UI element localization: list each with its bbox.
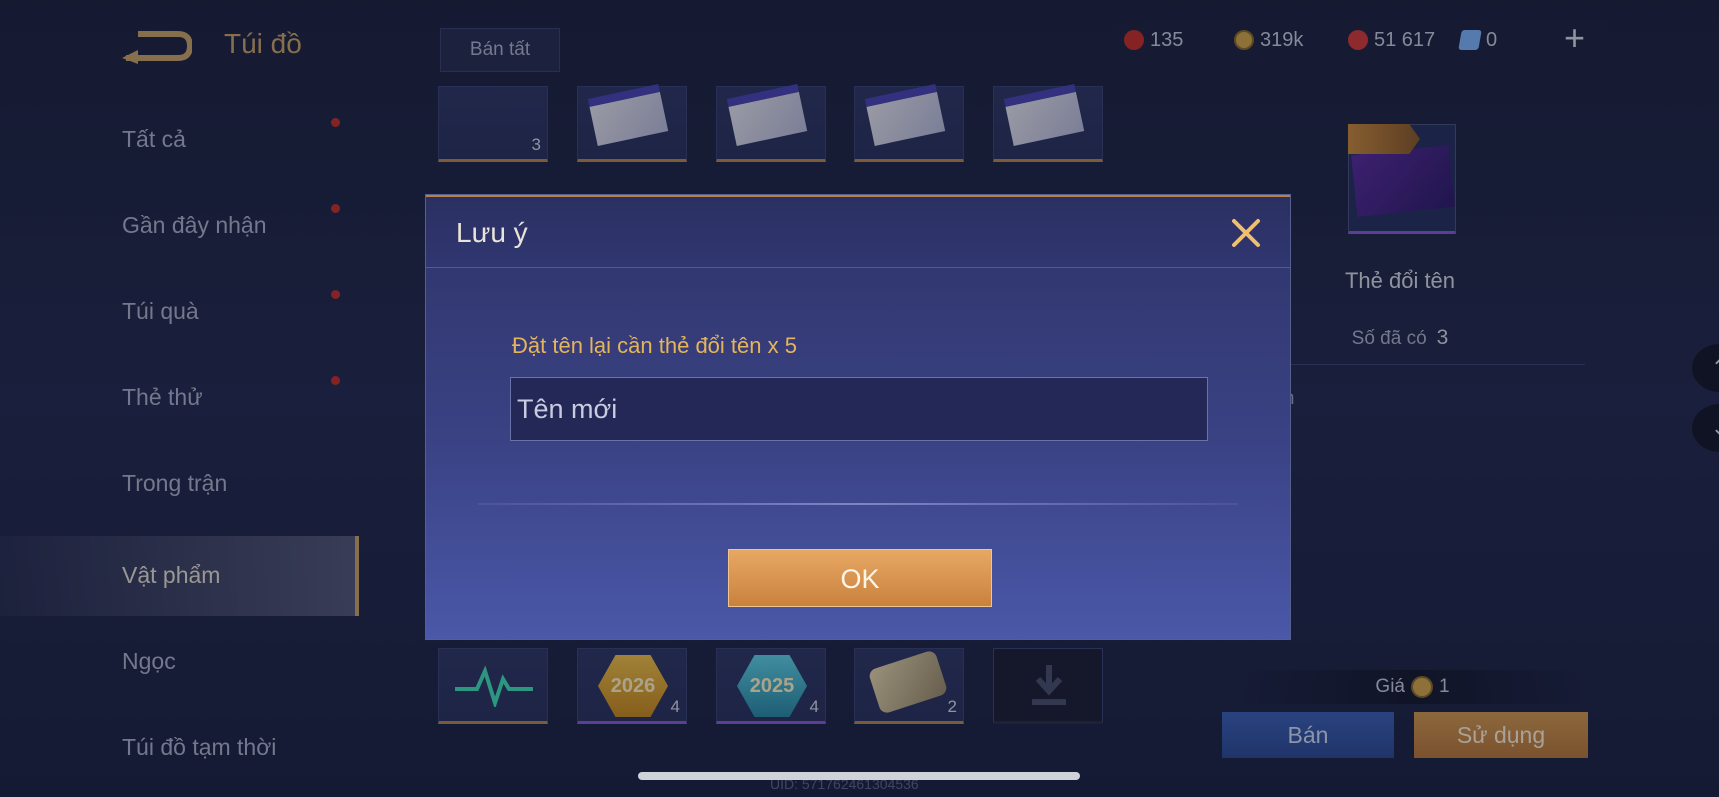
new-name-input[interactable] xyxy=(510,377,1208,441)
close-icon[interactable] xyxy=(1226,213,1266,253)
home-indicator[interactable] xyxy=(638,772,1080,780)
rename-dialog: Lưu ý Đặt tên lại cần thẻ đổi tên x 5 OK xyxy=(426,195,1290,639)
dialog-message: Đặt tên lại cần thẻ đổi tên x 5 xyxy=(512,333,797,358)
dialog-title: Lưu ý xyxy=(456,217,528,248)
dialog-header: Lưu ý xyxy=(426,195,1290,268)
dialog-divider xyxy=(478,503,1238,505)
ok-button[interactable]: OK xyxy=(728,549,992,607)
